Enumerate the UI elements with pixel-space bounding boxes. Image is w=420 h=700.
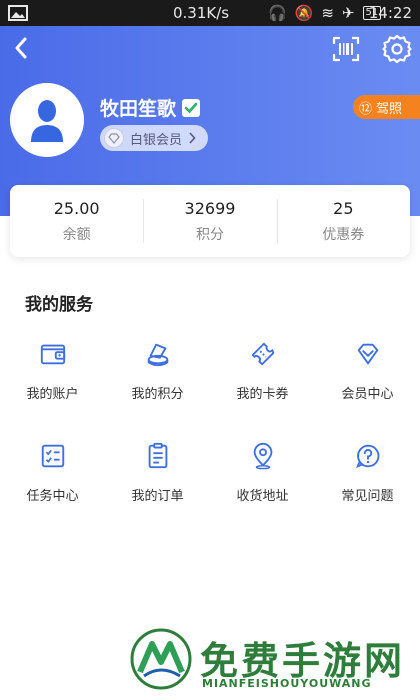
stats-card: 25.00 余额 32699 积分 25 优惠券 <box>10 185 410 257</box>
service-task-center[interactable]: 任务中心 <box>0 442 105 504</box>
service-faq[interactable]: 常见问题 <box>315 442 420 504</box>
gear-icon <box>382 34 412 64</box>
settings-button[interactable] <box>382 34 412 64</box>
order-icon <box>148 442 167 469</box>
ticket-icon <box>251 342 274 366</box>
user-name: 牧田笙歌 <box>100 98 177 120</box>
chevron-left-icon <box>15 37 27 59</box>
service-label: 我的卡券 <box>236 387 289 402</box>
service-my-orders[interactable]: 我的订单 <box>105 442 210 504</box>
gem-icon <box>104 128 124 148</box>
stat-balance[interactable]: 25.00 余额 <box>10 185 143 257</box>
service-my-account[interactable]: 我的账户 <box>0 340 105 402</box>
airplane-icon: ✈ <box>341 4 355 22</box>
service-my-coupons[interactable]: 我的卡券 <box>210 340 315 402</box>
section-title: 我的服务 <box>25 295 93 315</box>
gallery-icon <box>8 5 28 25</box>
stat-label: 积分 <box>195 226 224 243</box>
license-badge-label: 驾照 <box>376 101 403 117</box>
verified-icon <box>182 98 201 117</box>
chevron-right-icon <box>189 132 196 144</box>
question-icon <box>355 444 379 468</box>
service-label: 我的订单 <box>131 489 184 504</box>
watermark: 免费手游网 MIANFEISHOUYOUWANG <box>130 628 420 700</box>
task-list-icon <box>41 444 64 468</box>
watermark-subtitle: MIANFEISHOUYOUWANG <box>202 677 372 690</box>
service-label: 会员中心 <box>341 387 394 402</box>
back-button[interactable] <box>8 34 36 62</box>
member-level-label: 白银会员 <box>130 132 183 148</box>
scan-button[interactable] <box>332 36 360 62</box>
service-my-points[interactable]: 我的积分 <box>105 340 210 402</box>
stat-label: 优惠券 <box>322 226 365 243</box>
member-level-badge[interactable]: 白银会员 <box>100 125 209 151</box>
service-shipping-address[interactable]: 收货地址 <box>210 442 315 504</box>
status-bar: 0.31K/s 🎧 🔕 ≋ ✈ 51 14:22 <box>0 0 420 26</box>
wifi-icon: ≋ <box>321 4 334 22</box>
diamond-icon <box>357 343 378 365</box>
stat-value: 25 <box>333 198 354 218</box>
service-label: 我的账户 <box>26 387 79 402</box>
watermark-logo-icon <box>130 628 192 690</box>
clock: 14:22 <box>368 4 412 22</box>
location-icon <box>253 443 272 470</box>
services-grid: 我的账户 我的积分 我的卡券 会员中心 任务中心 我的订单 收货地址 常见问题 <box>0 340 420 504</box>
service-label: 常见问题 <box>341 489 394 504</box>
wallet-icon <box>40 344 65 365</box>
stat-value: 25.00 <box>53 198 100 218</box>
coins-icon <box>147 343 168 367</box>
stat-coupons[interactable]: 25 优惠券 <box>276 185 410 257</box>
service-member-center[interactable]: 会员中心 <box>315 340 420 402</box>
service-label: 收货地址 <box>236 489 289 504</box>
network-speed: 0.31K/s <box>173 4 230 22</box>
stat-value: 32699 <box>184 198 236 218</box>
service-label: 任务中心 <box>26 489 79 504</box>
service-label: 我的积分 <box>131 387 184 402</box>
stat-points[interactable]: 32699 积分 <box>143 185 276 257</box>
scan-icon <box>332 36 360 62</box>
license-badge-number: ⑫ <box>359 101 373 117</box>
headphones-icon: 🎧 <box>268 4 287 22</box>
user-icon <box>31 100 63 142</box>
profile-name-row: 牧田笙歌 <box>100 94 201 121</box>
avatar[interactable] <box>10 83 84 157</box>
stat-label: 余额 <box>62 226 91 243</box>
mute-icon: 🔕 <box>294 4 314 22</box>
license-badge[interactable]: ⑫ 驾照 <box>353 95 420 119</box>
